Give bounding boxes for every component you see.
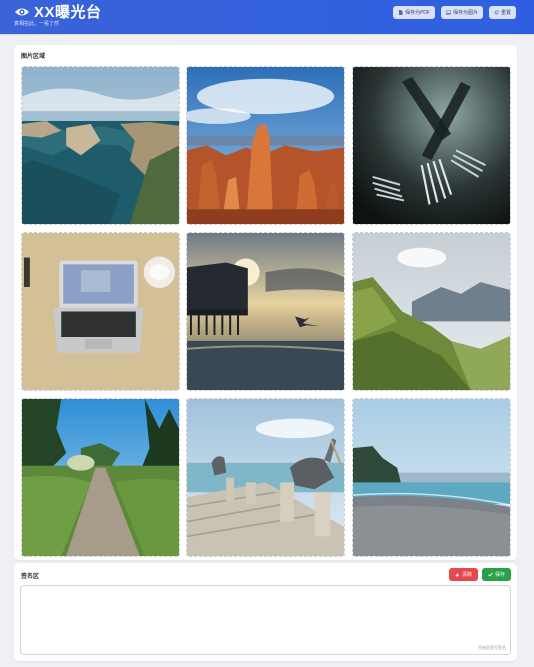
- reset-label: 重置: [500, 10, 511, 16]
- image-panel-title: 图片区域: [21, 54, 46, 60]
- photo-coastal-cliffs[interactable]: [21, 66, 180, 225]
- app-header: XX曝光台 真相在此，一看了然 保存为PDF 保存为图片 重置: [0, 0, 534, 34]
- save-pdf-label: 保存为PDF: [404, 10, 430, 16]
- clear-label: 清除: [461, 572, 472, 578]
- signature-actions: 清除 保存: [448, 568, 511, 581]
- photo-pelicans-pier[interactable]: [186, 398, 345, 557]
- save-image-button[interactable]: 保存为图片: [440, 6, 483, 19]
- file-pdf-icon: [398, 10, 403, 15]
- photo-forest-path[interactable]: [21, 398, 180, 557]
- save-image-label: 保存为图片: [452, 10, 478, 16]
- photo-canyon-hoodoos[interactable]: [186, 66, 345, 225]
- signature-panel: 签名区 清除 保存 开始您签写签名: [14, 563, 517, 661]
- image-panel: 图片区域: [14, 45, 517, 560]
- save-pdf-button[interactable]: 保存为PDF: [392, 6, 435, 19]
- header-divider: [0, 34, 534, 35]
- app-title: XX曝光台: [34, 4, 102, 21]
- clear-signature-button[interactable]: 清除: [448, 568, 478, 581]
- eraser-icon: [455, 573, 459, 577]
- signature-canvas[interactable]: 开始您签写签名: [20, 585, 511, 655]
- photo-pier-sunset[interactable]: [186, 232, 345, 391]
- save-label: 保存: [494, 572, 505, 578]
- refresh-icon: [494, 10, 499, 15]
- photo-laptop[interactable]: [21, 232, 180, 391]
- header-actions: 保存为PDF 保存为图片 重置: [392, 6, 516, 19]
- brand: XX曝光台: [14, 1, 102, 22]
- check-icon: [488, 572, 493, 577]
- signature-hint: 开始您签写签名: [478, 645, 506, 650]
- image-icon: [445, 10, 451, 15]
- photo-green-mountains[interactable]: [352, 232, 511, 391]
- reset-button[interactable]: 重置: [488, 6, 516, 19]
- eye-icon: [15, 8, 29, 15]
- save-signature-button[interactable]: 保存: [481, 568, 511, 581]
- photo-forks[interactable]: [352, 66, 511, 225]
- photo-pebble-beach[interactable]: [352, 398, 511, 557]
- signature-title: 签名区: [21, 574, 40, 580]
- app-subtitle: 真相在此，一看了然: [14, 21, 60, 27]
